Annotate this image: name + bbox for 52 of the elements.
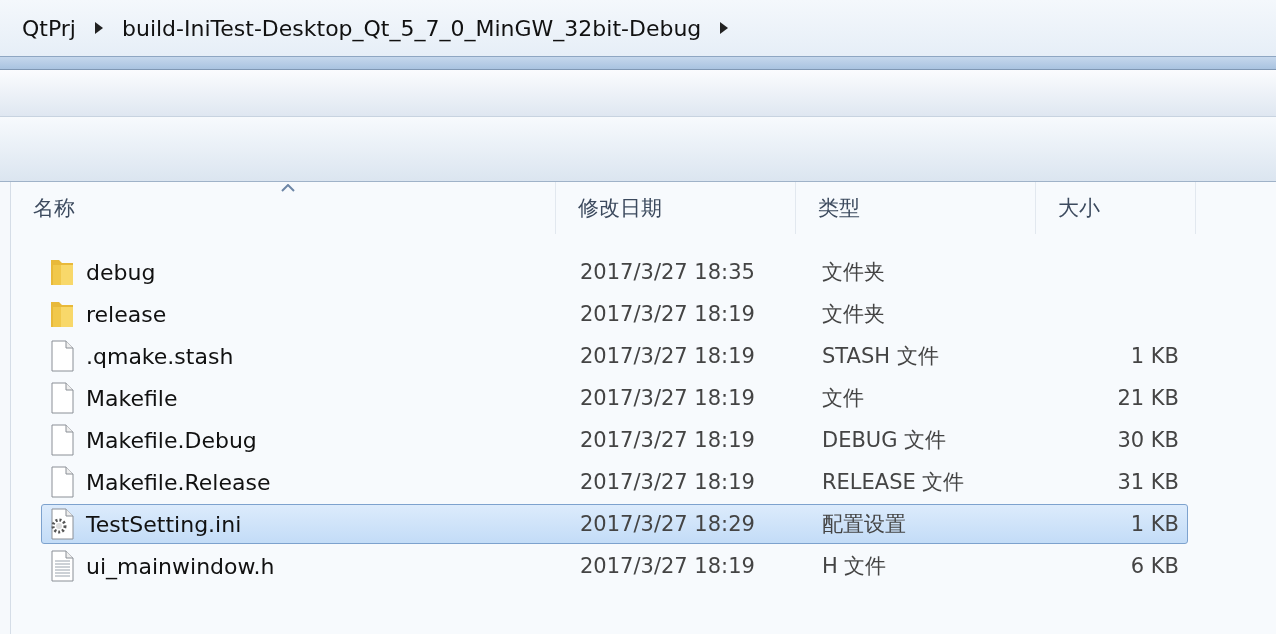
modified-date: 2017/3/27 18:19 (580, 554, 756, 578)
file-icon (48, 424, 76, 456)
column-header[interactable]: 类型 (796, 182, 1036, 234)
file-name: Makefile.Debug (86, 427, 257, 453)
file-row[interactable]: Makefile.Release 2017/3/27 18:19 RELEASE 文件 31 KB (41, 462, 1188, 502)
file-size: 6 KB (1129, 554, 1179, 578)
column-header[interactable]: 名称 (11, 182, 556, 234)
file-name: Makefile (86, 385, 178, 411)
file-type: 文件夹 (822, 259, 886, 286)
settings-file-icon (48, 508, 76, 540)
file-row[interactable]: ui_mainwindow.h 2017/3/27 18:19 H 文件 6 KB (41, 546, 1188, 586)
file-type: RELEASE 文件 (822, 469, 966, 496)
file-name: .qmake.stash (86, 343, 234, 369)
file-row[interactable]: release 2017/3/27 18:19 文件夹 (41, 294, 1188, 334)
file-type: H 文件 (822, 553, 888, 580)
breadcrumb-item[interactable]: build-IniTest-Desktop_Qt_5_7_0_MinGW_32bit-Debug (122, 15, 702, 41)
file-icon (48, 466, 76, 498)
modified-date: 2017/3/27 18:19 (580, 428, 756, 452)
file-icon (48, 382, 76, 414)
column-header[interactable]: 大小 (1036, 182, 1196, 234)
file-type: DEBUG 文件 (822, 427, 948, 454)
file-type: 配置设置 (822, 511, 907, 538)
modified-date: 2017/3/27 18:19 (580, 386, 756, 410)
file-size: 1 KB (1129, 512, 1179, 536)
file-type: 文件夹 (822, 301, 886, 328)
file-size: 1 KB (1129, 344, 1179, 368)
file-name: TestSetting.ini (86, 511, 242, 537)
chevron-right-icon[interactable] (719, 21, 730, 35)
file-name: ui_mainwindow.h (86, 553, 275, 579)
file-size: 31 KB (1116, 470, 1179, 494)
modified-date: 2017/3/27 18:35 (580, 260, 756, 284)
file-size: 30 KB (1116, 428, 1179, 452)
file-name: release (86, 301, 167, 327)
file-type: STASH 文件 (822, 343, 940, 370)
modified-date: 2017/3/27 18:19 (580, 302, 756, 326)
file-row[interactable]: TestSetting.ini 2017/3/27 18:29 配置设置 1 KB (41, 504, 1188, 544)
file-icon (48, 340, 76, 372)
chevron-right-icon[interactable] (94, 21, 104, 35)
modified-date: 2017/3/27 18:19 (580, 470, 756, 494)
file-type: 文件 (822, 385, 865, 412)
text-file-icon (48, 550, 76, 582)
file-row[interactable]: .qmake.stash 2017/3/27 18:19 STASH 文件 1 KB (41, 336, 1188, 376)
file-row[interactable]: Makefile 2017/3/27 18:19 文件 21 KB (41, 378, 1188, 418)
breadcrumb-item[interactable]: QtPrj (22, 15, 76, 41)
file-name: debug (86, 259, 156, 285)
file-size: 21 KB (1116, 386, 1179, 410)
file-row[interactable]: debug 2017/3/27 18:35 文件夹 (41, 252, 1188, 292)
modified-date: 2017/3/27 18:19 (580, 344, 756, 368)
column-header[interactable]: 修改日期 (556, 182, 796, 234)
file-row[interactable]: Makefile.Debug 2017/3/27 18:19 DEBUG 文件 30 KB (41, 420, 1188, 460)
file-name: Makefile.Release (86, 469, 271, 495)
modified-date: 2017/3/27 18:29 (580, 512, 756, 536)
